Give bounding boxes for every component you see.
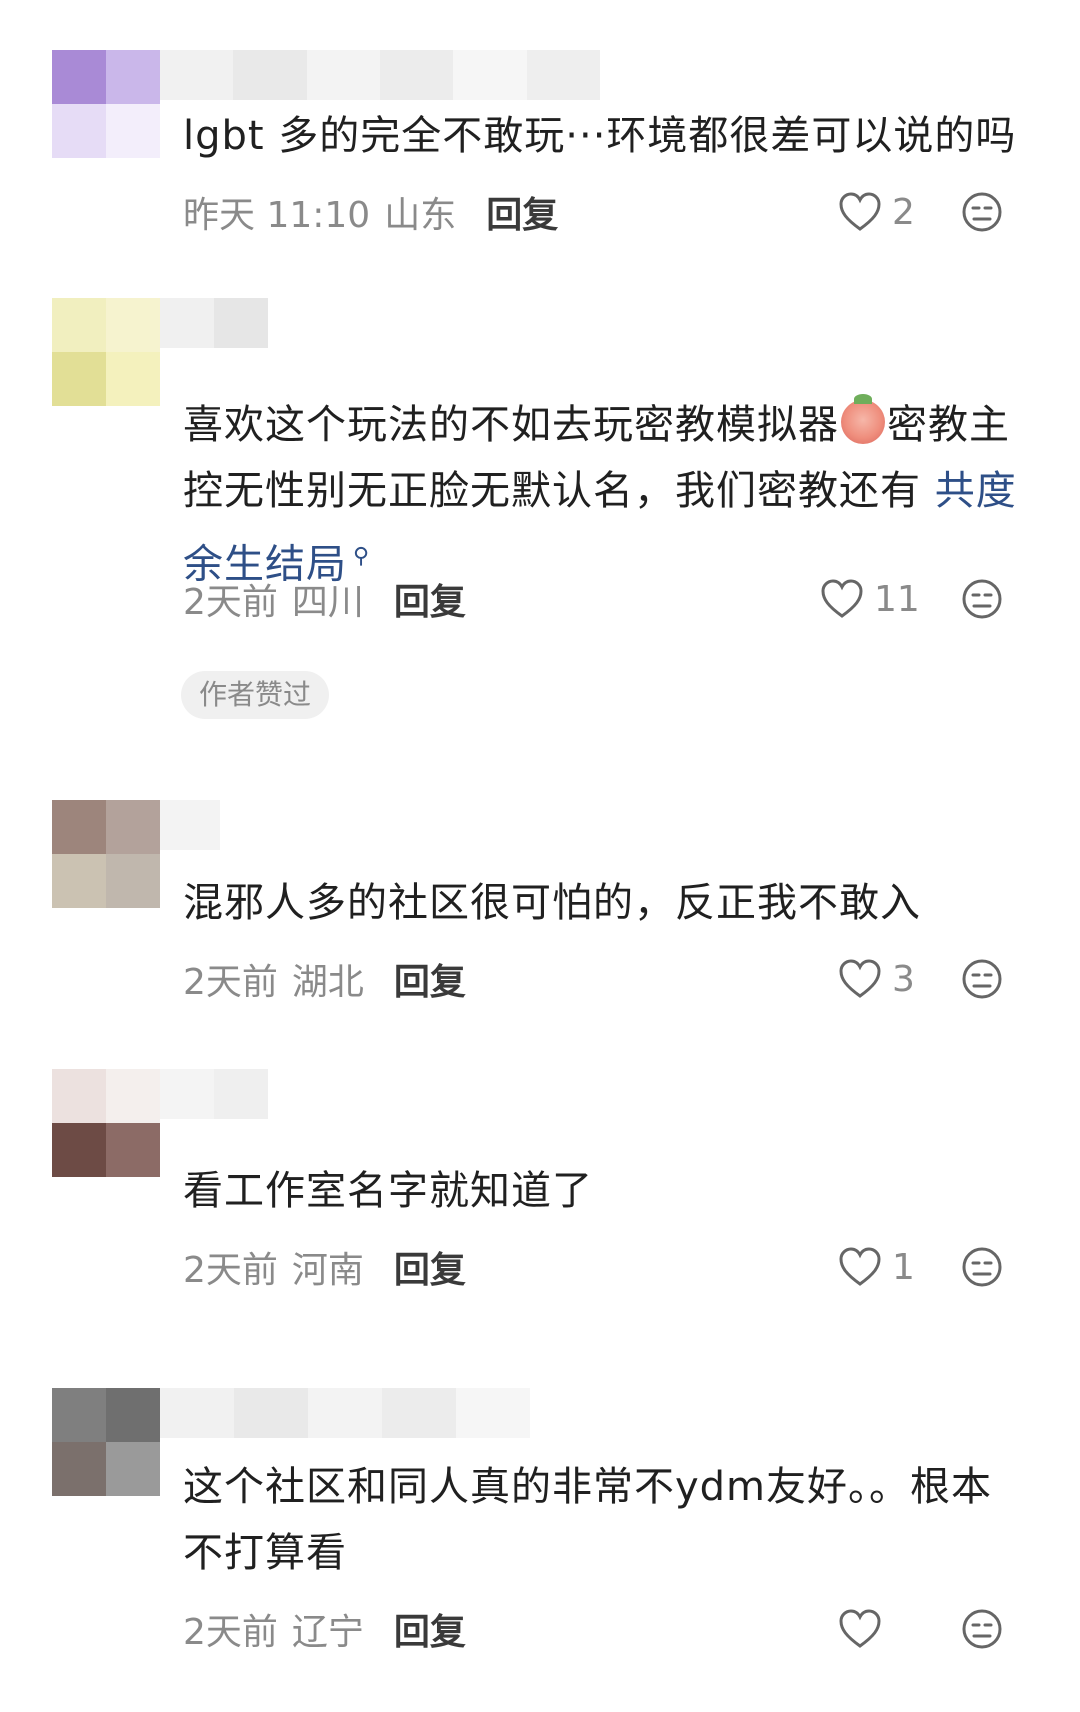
neutral-face-icon	[962, 959, 1002, 999]
neutral-face-icon	[962, 1247, 1002, 1287]
heart-icon	[821, 579, 863, 618]
avatar[interactable]	[52, 50, 160, 158]
comment-location: 辽宁	[291, 1612, 364, 1653]
like-count: 1	[892, 1246, 915, 1288]
search-icon[interactable]: ⚲	[353, 544, 370, 569]
comment-meta: 昨天 11:10 山东 回复	[183, 187, 558, 237]
comment-text: 喜欢这个玩法的不如去玩密教模拟器 密教主控无性别无正脸无默认名，我们密教还有 共度…	[183, 392, 1033, 597]
like-button[interactable]: 1	[838, 1242, 915, 1292]
like-button[interactable]	[838, 1604, 892, 1654]
username-blurred[interactable]	[160, 298, 268, 348]
reply-button[interactable]: 回复	[394, 573, 466, 625]
comment-time: 2天前	[183, 962, 278, 1003]
dislike-button[interactable]	[961, 191, 1003, 233]
comment-time: 2天前	[183, 1612, 278, 1653]
comment-text: 看工作室名字就知道了	[183, 1168, 593, 1214]
username-blurred[interactable]	[160, 1069, 268, 1119]
avatar[interactable]	[52, 1069, 160, 1177]
comment-meta: 2天前 湖北 回复	[183, 954, 466, 1004]
like-count: 3	[892, 958, 915, 1000]
username-blurred[interactable]	[160, 800, 220, 850]
avatar[interactable]	[52, 800, 160, 908]
comment-time: 2天前	[183, 1250, 278, 1291]
reply-button[interactable]: 回复	[394, 1603, 466, 1655]
comment-location: 山东	[384, 195, 457, 236]
dislike-button[interactable]	[961, 958, 1003, 1000]
like-button[interactable]: 11	[820, 574, 920, 624]
dislike-button[interactable]	[961, 1608, 1003, 1650]
comment-meta: 2天前 辽宁 回复	[183, 1604, 466, 1654]
comment-text: 这个社区和同人真的非常不ydm友好。。根本不打算看	[183, 1464, 993, 1576]
comment-text: 混邪人多的社区很可怕的，反正我不敢入	[183, 880, 921, 926]
heart-icon	[839, 192, 881, 231]
comment-location: 四川	[291, 582, 364, 623]
peach-emoji-icon	[841, 394, 885, 444]
username-blurred[interactable]	[160, 50, 600, 100]
avatar[interactable]	[52, 1388, 160, 1496]
comment-meta: 2天前 河南 回复	[183, 1242, 466, 1292]
like-count: 2	[892, 191, 915, 233]
comment-location: 湖北	[291, 962, 364, 1003]
heart-icon	[839, 959, 881, 998]
comment-text-part: 喜欢这个玩法的不如去玩密教模拟器	[183, 402, 839, 448]
reply-button[interactable]: 回复	[394, 1241, 466, 1293]
dislike-button[interactable]	[961, 1246, 1003, 1288]
neutral-face-icon	[962, 579, 1002, 619]
comment-time: 昨天 11:10	[183, 195, 371, 236]
comment-location: 河南	[291, 1250, 364, 1291]
heart-icon	[839, 1609, 881, 1648]
reply-button[interactable]: 回复	[486, 186, 558, 238]
neutral-face-icon	[962, 1609, 1002, 1649]
like-button[interactable]: 2	[838, 187, 915, 237]
username-blurred[interactable]	[160, 1388, 530, 1438]
comment-meta: 2天前 四川 回复	[183, 574, 466, 624]
dislike-button[interactable]	[961, 578, 1003, 620]
author-liked-badge: 作者赞过	[181, 671, 330, 719]
heart-icon	[839, 1247, 881, 1286]
like-count: 11	[874, 578, 920, 620]
neutral-face-icon	[962, 192, 1002, 232]
comment-text: lgbt 多的完全不敢玩···环境都很差可以说的吗	[183, 113, 1017, 159]
like-button[interactable]: 3	[838, 954, 915, 1004]
reply-button[interactable]: 回复	[394, 953, 466, 1005]
comment-time: 2天前	[183, 582, 278, 623]
avatar[interactable]	[52, 298, 160, 406]
